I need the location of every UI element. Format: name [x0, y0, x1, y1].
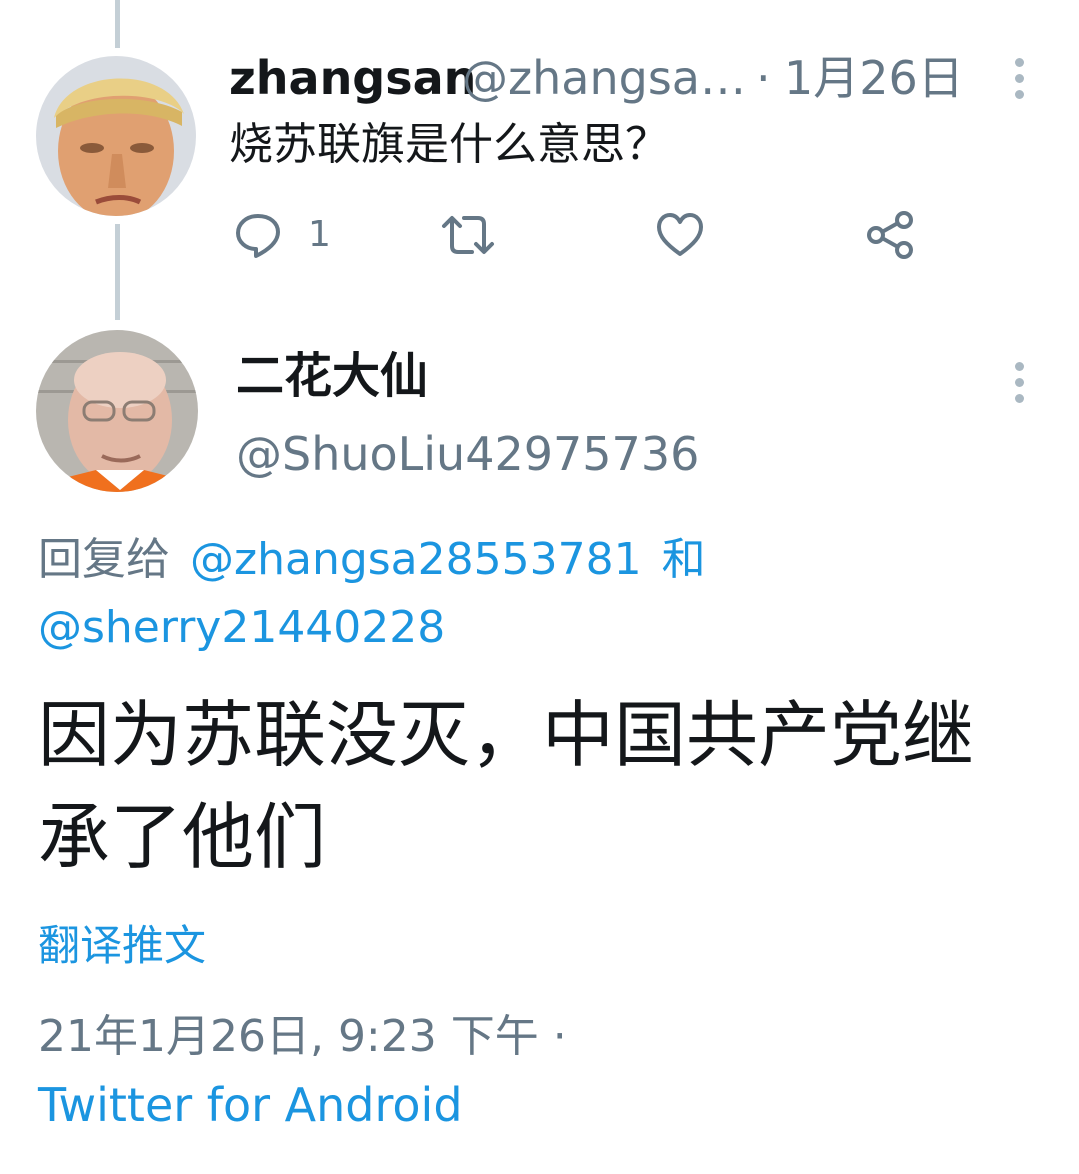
parent-display-name[interactable]: zhangsan	[229, 50, 476, 106]
parent-date[interactable]: 1月26日	[784, 50, 964, 106]
reply-to-join: 和	[661, 534, 706, 585]
avatar-shuoliu[interactable]	[36, 330, 198, 492]
retweet-button[interactable]	[440, 212, 496, 258]
main-handle[interactable]: @ShuoLiu42975736	[236, 426, 699, 482]
translate-tweet-link[interactable]: 翻译推文	[38, 918, 206, 974]
parent-date-separator: ·	[756, 51, 771, 105]
main-tweet-text-line-2: 承了他们	[38, 795, 327, 879]
main-display-name[interactable]: 二花大仙	[236, 346, 428, 406]
reply-button[interactable]: 1	[234, 212, 331, 258]
main-tweet-text-line-1: 因为苏联没灭，中国共产党继	[38, 693, 975, 777]
reply-icon	[234, 212, 282, 258]
tweet-timestamp[interactable]: 21年1月26日, 9:23 下午 ·	[38, 1008, 567, 1066]
heart-icon	[656, 212, 704, 258]
share-button[interactable]	[866, 210, 916, 260]
reply-to-prefix: 回复给	[38, 534, 170, 585]
reply-to-line: 回复给 @zhangsa28553781 和	[38, 532, 706, 588]
thread-line-top	[115, 0, 120, 48]
avatar-zhangsan[interactable]	[36, 56, 196, 216]
reply-count: 1	[308, 214, 331, 255]
reply-to-link-1[interactable]: @zhangsa28553781	[190, 534, 642, 585]
reply-to-link-2[interactable]: @sherry21440228	[38, 600, 445, 656]
parent-handle[interactable]: @zhangsa…	[462, 50, 746, 106]
more-vertical-icon[interactable]	[1015, 58, 1025, 106]
thread-line-bottom	[115, 224, 120, 320]
like-button[interactable]	[656, 212, 704, 258]
retweet-icon	[440, 212, 496, 258]
parent-tweet-text: 烧苏联旗是什么意思？	[229, 119, 669, 170]
more-vertical-icon-main[interactable]	[1015, 362, 1025, 410]
tweet-source[interactable]: Twitter for Android	[38, 1076, 463, 1134]
share-icon	[866, 210, 916, 260]
